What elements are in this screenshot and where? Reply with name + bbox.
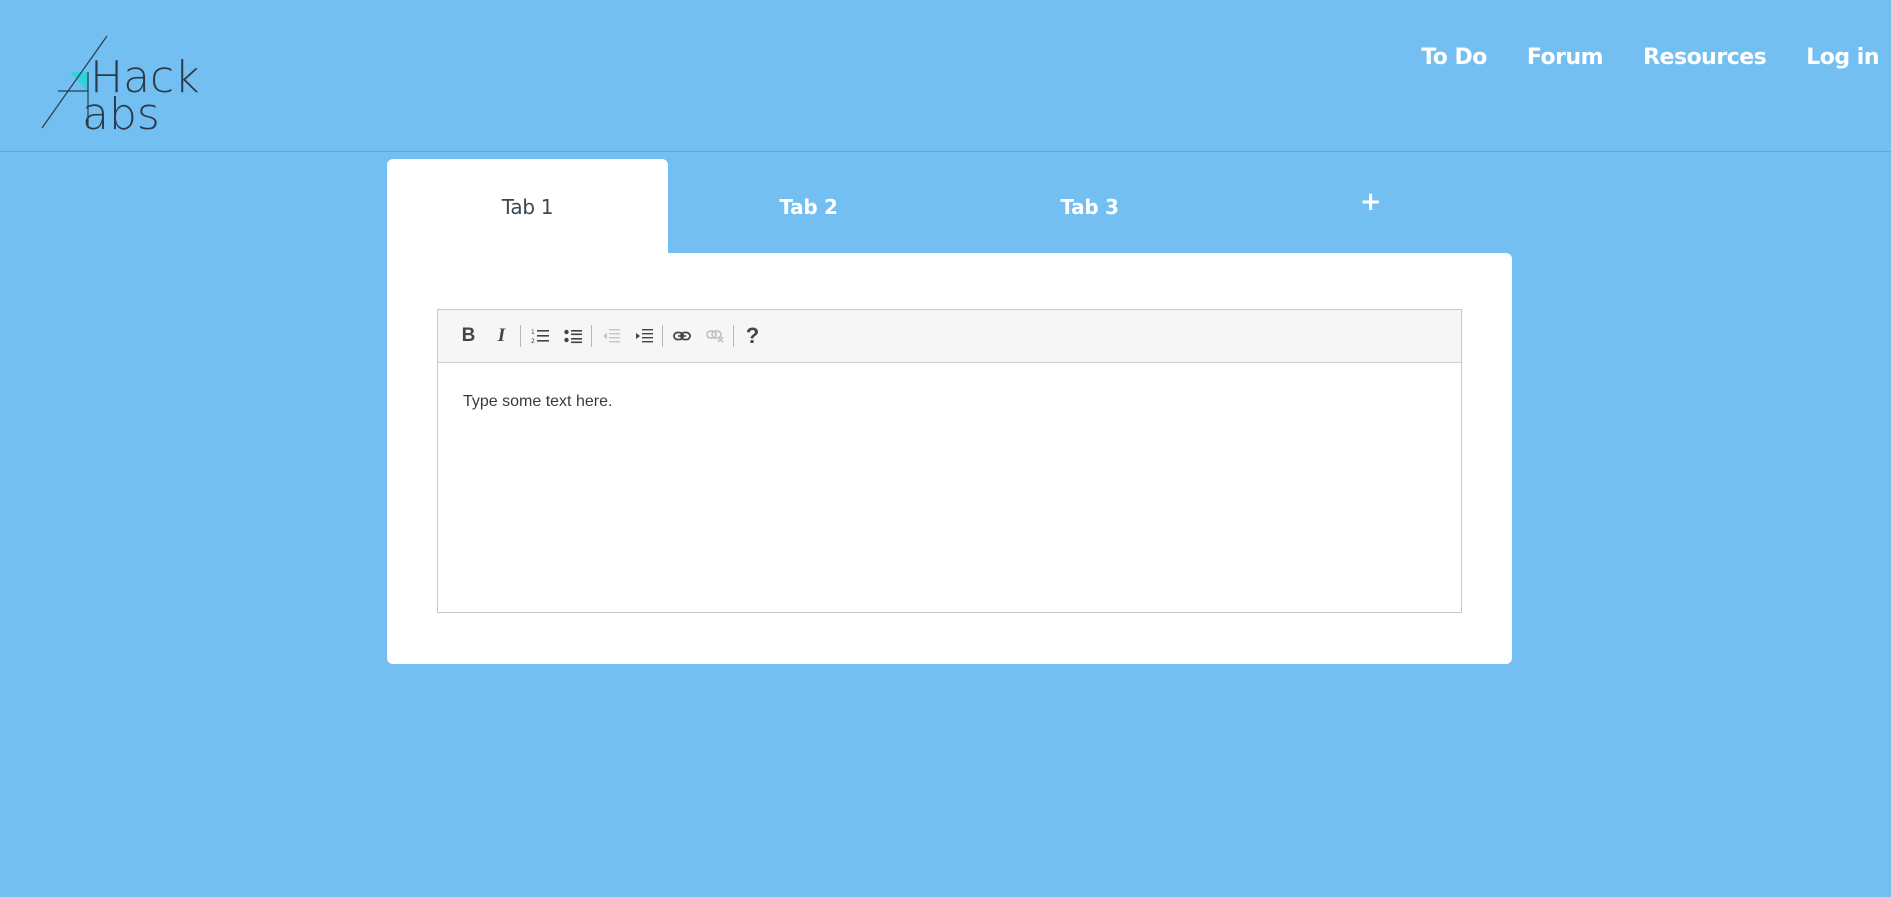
- indent-icon: [635, 329, 653, 343]
- toolbar-divider: [662, 325, 663, 347]
- indent-button[interactable]: [627, 320, 660, 353]
- link-button[interactable]: [665, 320, 698, 353]
- nav-resources[interactable]: Resources: [1643, 44, 1767, 72]
- nav-login[interactable]: Log in: [1806, 44, 1879, 72]
- hacktabs-logo[interactable]: Hack abs: [40, 34, 204, 130]
- editor-toolbar: B I 1 2 ?: [438, 310, 1461, 363]
- logo-line2: abs: [82, 89, 160, 130]
- svg-text:1: 1: [531, 329, 535, 336]
- svg-text:2: 2: [531, 338, 535, 344]
- toolbar-divider: [733, 325, 734, 347]
- tab-3[interactable]: Tab 3: [949, 159, 1230, 254]
- outdent-button[interactable]: [594, 320, 627, 353]
- toolbar-divider: [520, 325, 521, 347]
- unordered-list-icon: [563, 329, 582, 344]
- main-nav: To Do Forum Resources Log in: [1381, 44, 1879, 72]
- outdent-icon: [602, 329, 620, 343]
- rich-text-editor: B I 1 2 ? Type some text here.: [437, 309, 1462, 613]
- editor-content[interactable]: Type some text here.: [438, 363, 1461, 441]
- bold-button[interactable]: B: [452, 320, 485, 353]
- help-button[interactable]: ?: [736, 320, 769, 353]
- add-tab-button[interactable]: +: [1230, 159, 1511, 254]
- tab-bar: Tab 1 Tab 2 Tab 3 +: [387, 159, 1512, 254]
- link-icon: [672, 331, 691, 341]
- tab-panel: B I 1 2 ? Type some text here.: [387, 253, 1512, 664]
- unlink-button[interactable]: [698, 320, 731, 353]
- unlink-icon: [705, 330, 724, 343]
- nav-forum[interactable]: Forum: [1527, 44, 1604, 72]
- tab-2[interactable]: Tab 2: [668, 159, 949, 254]
- logo-graphic: Hack abs: [41, 35, 200, 130]
- tab-1[interactable]: Tab 1: [387, 159, 668, 254]
- ordered-list-button[interactable]: 1 2: [523, 320, 556, 353]
- nav-todo[interactable]: To Do: [1421, 44, 1487, 72]
- ordered-list-icon: 1 2: [531, 329, 549, 344]
- toolbar-divider: [591, 325, 592, 347]
- italic-button[interactable]: I: [485, 320, 518, 353]
- site-header: Hack abs To Do Forum Resources Log in: [0, 0, 1891, 152]
- unordered-list-button[interactable]: [556, 320, 589, 353]
